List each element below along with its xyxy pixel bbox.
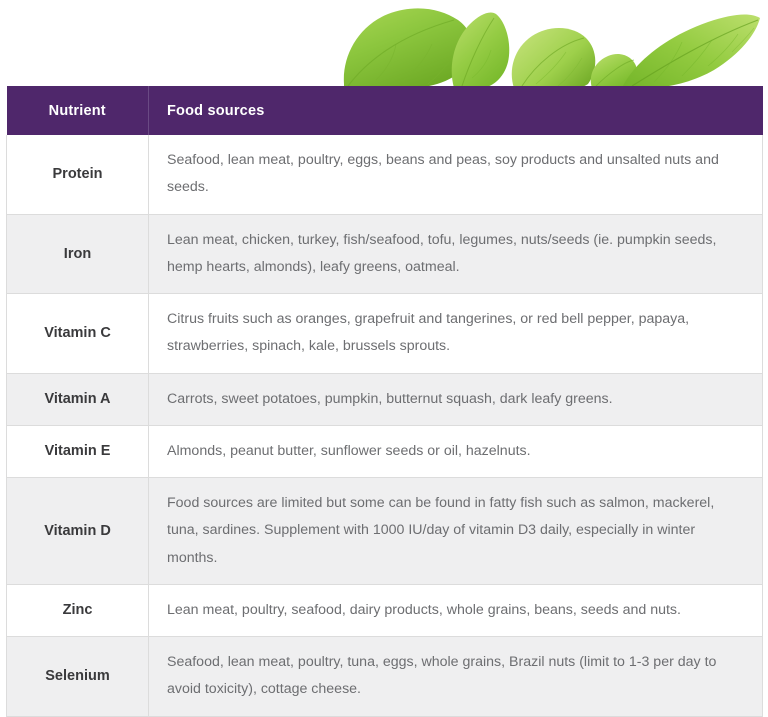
cell-food-sources: Carrots, sweet potatoes, pumpkin, butter…: [148, 373, 763, 426]
table-row: Vitamin D Food sources are limited but s…: [6, 477, 763, 585]
cell-food-sources: Lean meat, poultry, seafood, dairy produ…: [148, 584, 763, 638]
cell-nutrient: Iron: [6, 214, 149, 295]
table-row: Vitamin A Carrots, sweet potatoes, pumpk…: [6, 373, 763, 426]
cell-food-sources: Citrus fruits such as oranges, grapefrui…: [148, 293, 763, 374]
table-body: Protein Seafood, lean meat, poultry, egg…: [6, 135, 763, 717]
cell-nutrient: Zinc: [6, 584, 149, 638]
column-header-food-sources: Food sources: [148, 86, 763, 135]
table-header-row: Nutrient Food sources: [6, 86, 763, 135]
table-row: Protein Seafood, lean meat, poultry, egg…: [6, 135, 763, 215]
cell-nutrient: Vitamin D: [6, 477, 149, 585]
cell-nutrient: Vitamin E: [6, 425, 149, 479]
table-row: Selenium Seafood, lean meat, poultry, tu…: [6, 636, 763, 717]
cell-nutrient: Vitamin C: [6, 293, 149, 374]
cell-food-sources: Seafood, lean meat, poultry, tuna, eggs,…: [148, 636, 763, 717]
cell-food-sources: Almonds, peanut butter, sunflower seeds …: [148, 425, 763, 479]
cell-food-sources: Food sources are limited but some can be…: [148, 477, 763, 585]
cell-food-sources: Lean meat, chicken, turkey, fish/seafood…: [148, 214, 763, 295]
table-header: Nutrient Food sources: [6, 86, 763, 135]
green-leaves-image: [336, 0, 764, 88]
cell-nutrient: Selenium: [6, 636, 149, 717]
table-row: Vitamin E Almonds, peanut butter, sunflo…: [6, 425, 763, 479]
table-row: Zinc Lean meat, poultry, seafood, dairy …: [6, 584, 763, 638]
table-row: Iron Lean meat, chicken, turkey, fish/se…: [6, 214, 763, 295]
table-row: Vitamin C Citrus fruits such as oranges,…: [6, 293, 763, 374]
cell-nutrient: Protein: [6, 135, 149, 215]
nutrient-food-sources-table: Nutrient Food sources Protein Seafood, l…: [6, 86, 763, 717]
column-header-nutrient: Nutrient: [6, 86, 149, 135]
cell-nutrient: Vitamin A: [6, 373, 149, 426]
cell-food-sources: Seafood, lean meat, poultry, eggs, beans…: [148, 135, 763, 215]
page-root: Nutrient Food sources Protein Seafood, l…: [0, 0, 768, 717]
